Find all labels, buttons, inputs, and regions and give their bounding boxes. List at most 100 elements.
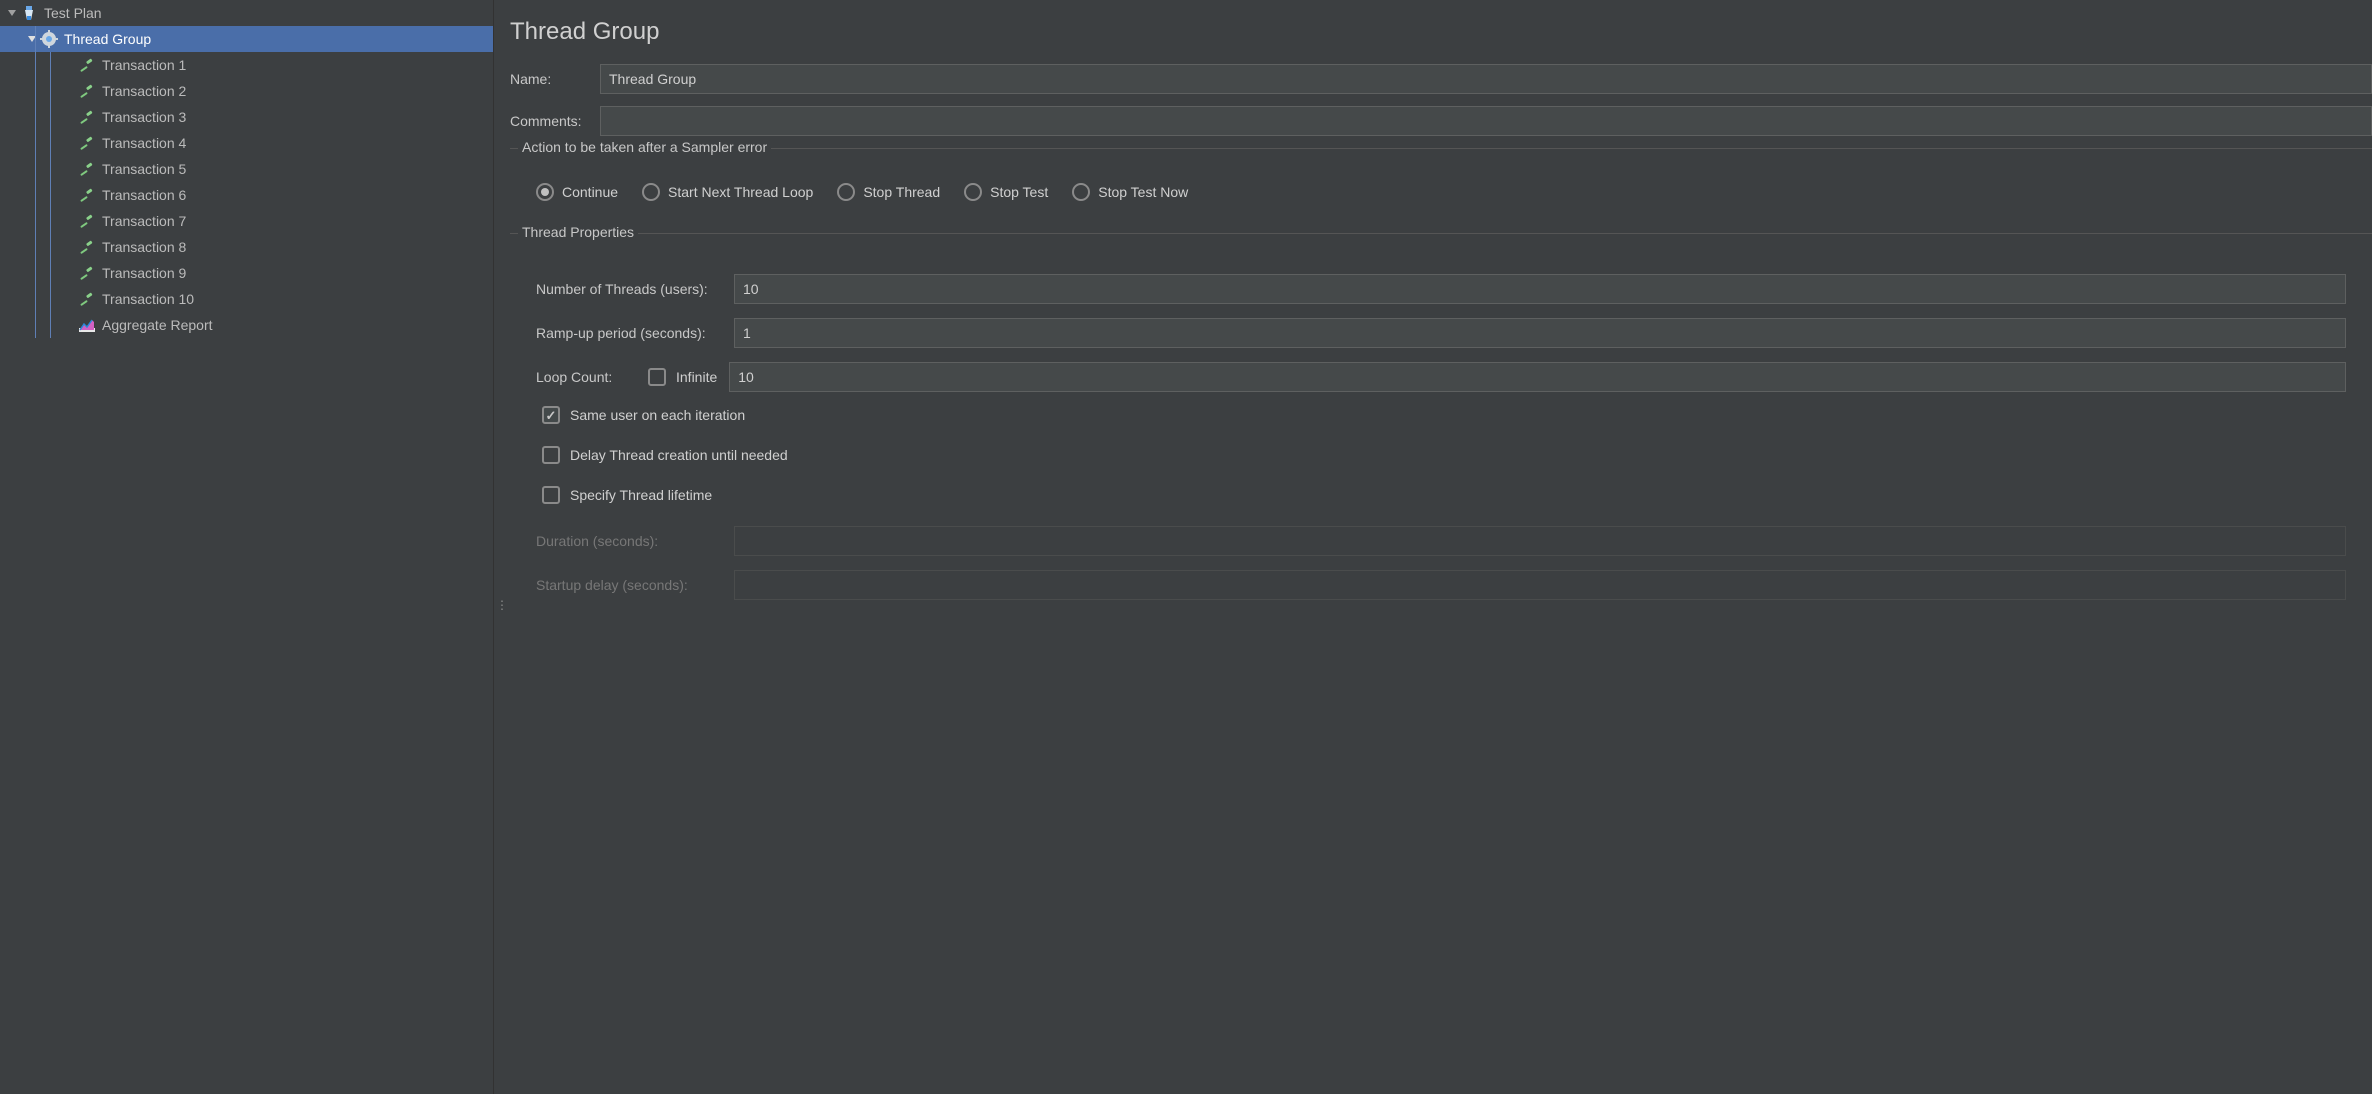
radio-circle-icon (964, 183, 982, 201)
checkbox-box-icon (648, 368, 666, 386)
tree-label: Transaction 6 (102, 187, 186, 203)
ramp-up-input[interactable] (734, 318, 2346, 348)
legend-sampler-error: Action to be taken after a Sampler error (518, 139, 771, 155)
expand-toggle-icon[interactable] (4, 5, 20, 21)
label-name: Name: (510, 71, 600, 87)
tree-label: Transaction 2 (102, 83, 186, 99)
name-input[interactable] (600, 64, 2372, 94)
transaction-icon (78, 134, 96, 152)
checkbox-same-user[interactable]: Same user on each iteration (542, 406, 745, 424)
panel-title: Thread Group (510, 18, 2372, 46)
report-icon (78, 316, 96, 334)
label-duration: Duration (seconds): (536, 533, 734, 549)
radio-continue[interactable]: Continue (536, 183, 618, 201)
tree-label-thread-group: Thread Group (64, 31, 151, 47)
fieldset-sampler-error: Action to be taken after a Sampler error… (510, 148, 2372, 227)
tree-label: Transaction 5 (102, 161, 186, 177)
loop-count-input[interactable] (729, 362, 2346, 392)
gear-icon (40, 30, 58, 48)
row-startup-delay: Startup delay (seconds): (536, 570, 2346, 600)
checkbox-box-icon (542, 446, 560, 464)
tree-node-thread-group[interactable]: Thread Group (0, 26, 493, 52)
tree-panel: Test Plan Thread Group (0, 0, 494, 1094)
startup-delay-input (734, 570, 2346, 600)
content-panel: Thread Group Name: Comments: Action to b… (510, 0, 2372, 1094)
checkbox-box-icon (542, 406, 560, 424)
tree-label: Transaction 1 (102, 57, 186, 73)
label-loop-count: Loop Count: (536, 369, 648, 385)
radio-circle-icon (1072, 183, 1090, 201)
radio-circle-icon (642, 183, 660, 201)
checkbox-delay-creation[interactable]: Delay Thread creation until needed (542, 446, 788, 464)
tree-node-aggregate-report[interactable]: Aggregate Report (0, 312, 493, 338)
transaction-icon (78, 290, 96, 308)
radio-label: Stop Thread (863, 184, 940, 200)
transaction-icon (78, 186, 96, 204)
transaction-icon (78, 212, 96, 230)
radio-circle-icon (536, 183, 554, 201)
duration-input (734, 526, 2346, 556)
row-delay-creation: Delay Thread creation until needed (536, 446, 2346, 464)
tree-label-aggregate-report: Aggregate Report (102, 317, 213, 333)
num-threads-input[interactable] (734, 274, 2346, 304)
row-ramp-up: Ramp-up period (seconds): (536, 318, 2346, 348)
radio-stop-test[interactable]: Stop Test (964, 183, 1048, 201)
transaction-icon (78, 264, 96, 282)
tree-label-test-plan: Test Plan (44, 5, 102, 21)
checkbox-box-icon (542, 486, 560, 504)
row-comments: Comments: (510, 106, 2372, 136)
tree-node-transaction-9[interactable]: Transaction 9 (0, 260, 493, 286)
transaction-icon (78, 82, 96, 100)
tree-label: Transaction 9 (102, 265, 186, 281)
radio-stop-test-now[interactable]: Stop Test Now (1072, 183, 1188, 201)
radio-circle-icon (837, 183, 855, 201)
radio-start-next-loop[interactable]: Start Next Thread Loop (642, 183, 813, 201)
radio-label: Continue (562, 184, 618, 200)
radio-label: Stop Test (990, 184, 1048, 200)
tree-label: Transaction 7 (102, 213, 186, 229)
tree-label: Transaction 10 (102, 291, 194, 307)
checkbox-label: Infinite (676, 369, 717, 385)
row-num-threads: Number of Threads (users): (536, 274, 2346, 304)
tree-node-transaction-6[interactable]: Transaction 6 (0, 182, 493, 208)
tree-label: Transaction 8 (102, 239, 186, 255)
row-name: Name: (510, 64, 2372, 94)
splitter-handle[interactable]: ⋮ (494, 0, 510, 1094)
tree-node-transaction-7[interactable]: Transaction 7 (0, 208, 493, 234)
label-startup-delay: Startup delay (seconds): (536, 577, 734, 593)
tree-label: Transaction 3 (102, 109, 186, 125)
row-same-user: Same user on each iteration (536, 406, 2346, 424)
checkbox-infinite[interactable]: Infinite (648, 368, 717, 386)
checkbox-label: Specify Thread lifetime (570, 487, 712, 503)
tree-node-transaction-2[interactable]: Transaction 2 (0, 78, 493, 104)
tree-node-transaction-3[interactable]: Transaction 3 (0, 104, 493, 130)
expand-toggle-icon[interactable] (24, 31, 40, 47)
transaction-icon (78, 56, 96, 74)
tree-node-transaction-4[interactable]: Transaction 4 (0, 130, 493, 156)
radio-stop-thread[interactable]: Stop Thread (837, 183, 940, 201)
tree-node-transaction-5[interactable]: Transaction 5 (0, 156, 493, 182)
tree-node-transaction-1[interactable]: Transaction 1 (0, 52, 493, 78)
checkbox-specify-lifetime[interactable]: Specify Thread lifetime (542, 486, 712, 504)
test-plan-icon (20, 4, 38, 22)
checkbox-label: Same user on each iteration (570, 407, 745, 423)
label-num-threads: Number of Threads (users): (536, 281, 734, 297)
tree-node-transaction-8[interactable]: Transaction 8 (0, 234, 493, 260)
tree-label: Transaction 4 (102, 135, 186, 151)
radio-label: Stop Test Now (1098, 184, 1188, 200)
sampler-error-radios: Continue Start Next Thread Loop Stop Thr… (536, 183, 2346, 201)
row-specify-lifetime: Specify Thread lifetime (536, 486, 2346, 504)
grip-icon: ⋮ (496, 598, 508, 612)
label-comments: Comments: (510, 113, 600, 129)
legend-thread-props: Thread Properties (518, 224, 638, 240)
row-duration: Duration (seconds): (536, 526, 2346, 556)
transaction-icon (78, 238, 96, 256)
row-loop-count: Loop Count: Infinite (536, 362, 2346, 392)
checkbox-label: Delay Thread creation until needed (570, 447, 788, 463)
tree-node-transaction-10[interactable]: Transaction 10 (0, 286, 493, 312)
tree-node-test-plan[interactable]: Test Plan (0, 0, 493, 26)
transaction-icon (78, 108, 96, 126)
radio-label: Start Next Thread Loop (668, 184, 813, 200)
transaction-icon (78, 160, 96, 178)
comments-input[interactable] (600, 106, 2372, 136)
